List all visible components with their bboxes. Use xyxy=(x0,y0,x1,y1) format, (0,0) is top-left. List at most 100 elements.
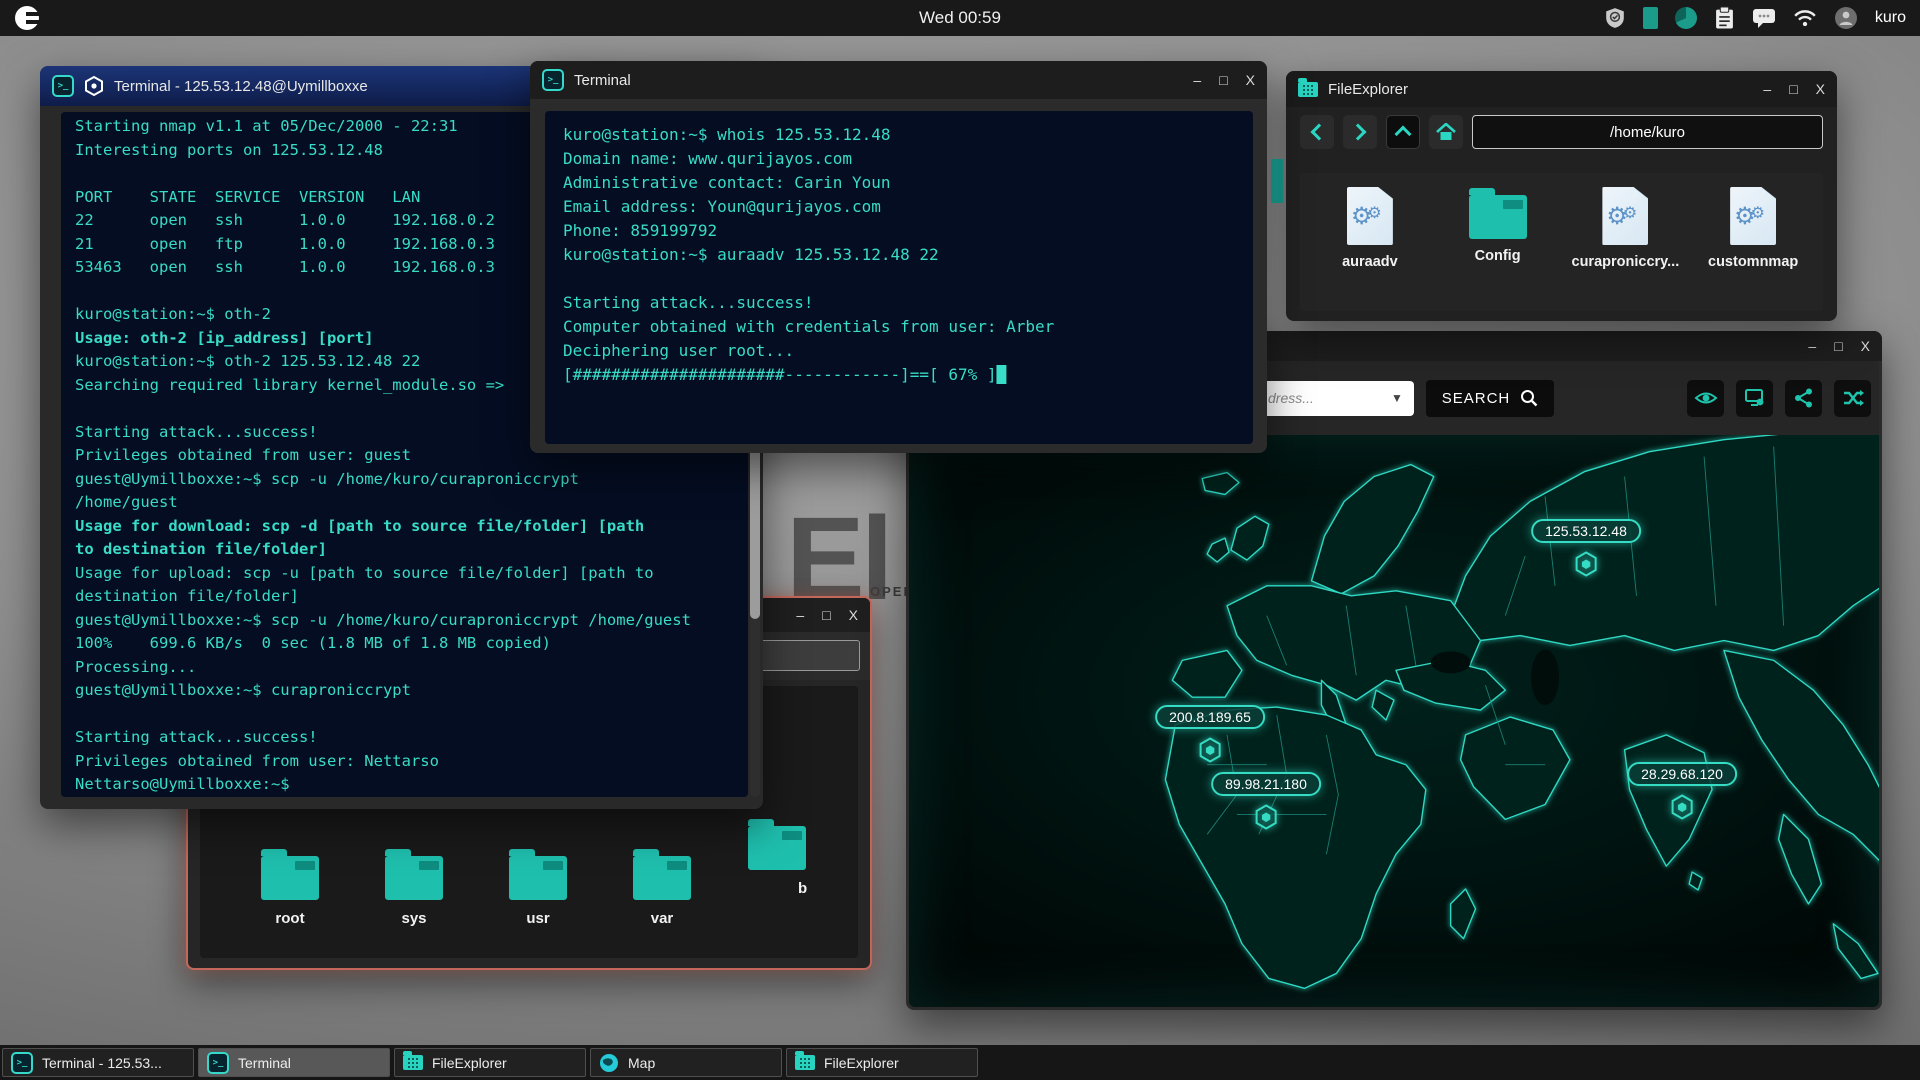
close-button[interactable]: X xyxy=(849,608,858,622)
map-pin[interactable]: 200.8.189.65 xyxy=(1155,705,1265,763)
folder-item[interactable]: var xyxy=(600,848,724,927)
minimize-button[interactable]: – xyxy=(1763,82,1771,96)
missions-clipboard-icon[interactable] xyxy=(1714,6,1735,30)
script-file-icon: ⚙⚙ xyxy=(1602,187,1649,245)
terminal-line: Deciphering user root... xyxy=(563,341,795,360)
ip-badge[interactable]: 89.98.21.180 xyxy=(1211,772,1321,796)
maximize-button[interactable]: □ xyxy=(1834,339,1842,353)
close-button[interactable]: X xyxy=(1861,339,1870,353)
terminal-line: kuro@station:~$ auraadv 125.53.12.48 22 xyxy=(563,245,939,264)
taskbar-item-fileexplorer-2[interactable]: FileExplorer xyxy=(786,1048,978,1077)
folder-icon xyxy=(403,1051,423,1070)
terminal-output[interactable]: kuro@station:~$ whois 125.53.12.48 Domai… xyxy=(545,111,1253,444)
terminal-lines: kuro@station:~$ whois 125.53.12.48 Domai… xyxy=(563,123,1235,387)
terminal-line: Email address: Youn@qurijayos.com xyxy=(563,197,881,216)
file-panel[interactable]: ⚙⚙ auraadv Config ⚙⚙ curaproniccry... ⚙⚙… xyxy=(1300,173,1823,311)
folder-item-partial[interactable]: b xyxy=(748,818,807,897)
taskbar-item-terminal-remote[interactable]: >_ Terminal - 125.53... xyxy=(2,1048,194,1077)
hexagon-gear-icon xyxy=(85,76,103,96)
terminal-icon: >_ xyxy=(52,75,74,97)
folder-item[interactable]: root xyxy=(228,848,352,927)
chat-icon[interactable] xyxy=(1752,7,1776,29)
ip-badge[interactable]: 28.29.68.120 xyxy=(1627,762,1737,786)
battery-icon[interactable] xyxy=(1642,7,1658,29)
window-titlebar[interactable]: >_ Terminal – □ X xyxy=(530,61,1267,99)
file-explorer-window: FileExplorer – □ X /home/kuro ⚙⚙ auraadv… xyxy=(1286,71,1837,321)
ip-badge[interactable]: 125.53.12.48 xyxy=(1531,519,1641,543)
remote-desktop-button[interactable] xyxy=(1736,379,1773,417)
taskbar-item-terminal[interactable]: >_ Terminal xyxy=(198,1048,390,1077)
terminal-line: Usage for download: scp -d [path to sour… xyxy=(75,516,645,535)
globe-icon xyxy=(600,1053,618,1072)
taskbar-item-fileexplorer[interactable]: FileExplorer xyxy=(394,1048,586,1077)
path-input[interactable] xyxy=(756,640,860,671)
terminal-icon: >_ xyxy=(207,1051,229,1074)
minimize-button[interactable]: – xyxy=(796,608,804,622)
share-icon xyxy=(1794,388,1812,408)
terminal-line: Administrative contact: Carin Youn xyxy=(563,173,891,192)
terminal-line: Usage for upload: scp -u [path to source… xyxy=(75,563,654,582)
map-pin[interactable]: 125.53.12.48 xyxy=(1531,519,1641,577)
forward-button[interactable] xyxy=(1343,115,1377,149)
terminal-line: guest@Uymillboxxe:~$ scp -u /home/kuro/c… xyxy=(75,469,579,488)
folder-label: sys xyxy=(401,910,427,927)
close-button[interactable]: X xyxy=(1246,73,1255,87)
username-label[interactable]: kuro xyxy=(1875,9,1906,27)
ip-search-input[interactable] xyxy=(1258,380,1414,416)
share-network-button[interactable] xyxy=(1785,379,1822,417)
script-file-icon: ⚙⚙ xyxy=(1346,187,1393,245)
hexagon-node-icon xyxy=(1671,794,1693,820)
back-button[interactable] xyxy=(1300,115,1334,149)
ip-badge[interactable]: 200.8.189.65 xyxy=(1155,705,1265,729)
minimize-button[interactable]: – xyxy=(1808,339,1816,353)
folder-item[interactable]: Config xyxy=(1434,187,1562,311)
search-button[interactable]: SEARCH xyxy=(1426,379,1554,417)
file-item[interactable]: ⚙⚙ curaproniccry... xyxy=(1562,187,1690,311)
maximize-button[interactable]: □ xyxy=(1789,82,1797,96)
terminal-line: to destination file/folder] xyxy=(75,540,327,558)
terminal-line: guest@Uymillboxxe:~$ scp -u /home/kuro/c… xyxy=(75,610,691,629)
user-avatar[interactable] xyxy=(1834,6,1858,30)
terminal-line: Nettarso@Uymillboxxe:~$ xyxy=(75,775,290,793)
terminal-icon: >_ xyxy=(11,1051,33,1074)
shuffle-route-button[interactable] xyxy=(1834,379,1871,417)
folder-grid: root sys usr var xyxy=(228,848,724,927)
maximize-button[interactable]: □ xyxy=(822,608,830,622)
terminal-line: kuro@station:~$ whois 125.53.12.48 xyxy=(563,125,891,144)
folder-label: usr xyxy=(526,910,550,927)
folder-item[interactable]: sys xyxy=(352,848,476,927)
maximize-button[interactable]: □ xyxy=(1219,73,1227,87)
folder-icon xyxy=(1468,188,1527,239)
visibility-eye-button[interactable] xyxy=(1687,379,1724,417)
up-button[interactable] xyxy=(1386,115,1420,149)
terminal-line: /home/guest xyxy=(75,493,178,511)
file-item[interactable]: ⚙⚙ customnmap xyxy=(1689,187,1817,311)
security-shield-icon[interactable] xyxy=(1604,7,1626,29)
terminal-line: [######################------------]==[ … xyxy=(563,363,1235,387)
world-map[interactable]: 125.53.12.48 200.8.189.65 89.98.21.180 2… xyxy=(909,435,1879,1007)
script-file-icon: ⚙⚙ xyxy=(1730,187,1777,245)
window-title: Terminal xyxy=(574,71,631,89)
window-titlebar[interactable]: FileExplorer – □ X xyxy=(1286,71,1837,107)
window-title: Terminal - 125.53.12.48@Uymillboxxe xyxy=(114,77,368,95)
map-pin[interactable]: 28.29.68.120 xyxy=(1627,762,1737,820)
taskbar: >_ Terminal - 125.53... >_ Terminal File… xyxy=(0,1045,1920,1080)
terminal-line: Starting attack...success! xyxy=(75,728,318,746)
terminal-line: guest@Uymillboxxe:~$ curaproniccrypt xyxy=(75,681,411,699)
minimize-button[interactable]: – xyxy=(1193,73,1201,87)
window-title: FileExplorer xyxy=(1328,80,1409,98)
terminal-line: 100% 699.6 KB/s 0 sec (1.8 MB of 1.8 MB … xyxy=(75,634,551,652)
folder-icon xyxy=(748,819,806,870)
terminal-window: >_ Terminal – □ X kuro@station:~$ whois … xyxy=(530,61,1267,453)
folder-item[interactable]: usr xyxy=(476,848,600,927)
file-item[interactable]: ⚙⚙ auraadv xyxy=(1306,187,1434,311)
home-button[interactable] xyxy=(1429,115,1463,149)
taskbar-item-map[interactable]: Map xyxy=(590,1048,782,1077)
resource-pie-icon[interactable] xyxy=(1674,7,1697,29)
close-button[interactable]: X xyxy=(1816,82,1825,96)
path-field[interactable]: /home/kuro xyxy=(1472,115,1823,149)
map-pin[interactable]: 89.98.21.180 xyxy=(1211,772,1321,830)
wifi-icon[interactable] xyxy=(1793,8,1817,28)
folder-label: b xyxy=(798,880,808,897)
terminal-line: Privileges obtained from user: Nettarso xyxy=(75,751,439,770)
